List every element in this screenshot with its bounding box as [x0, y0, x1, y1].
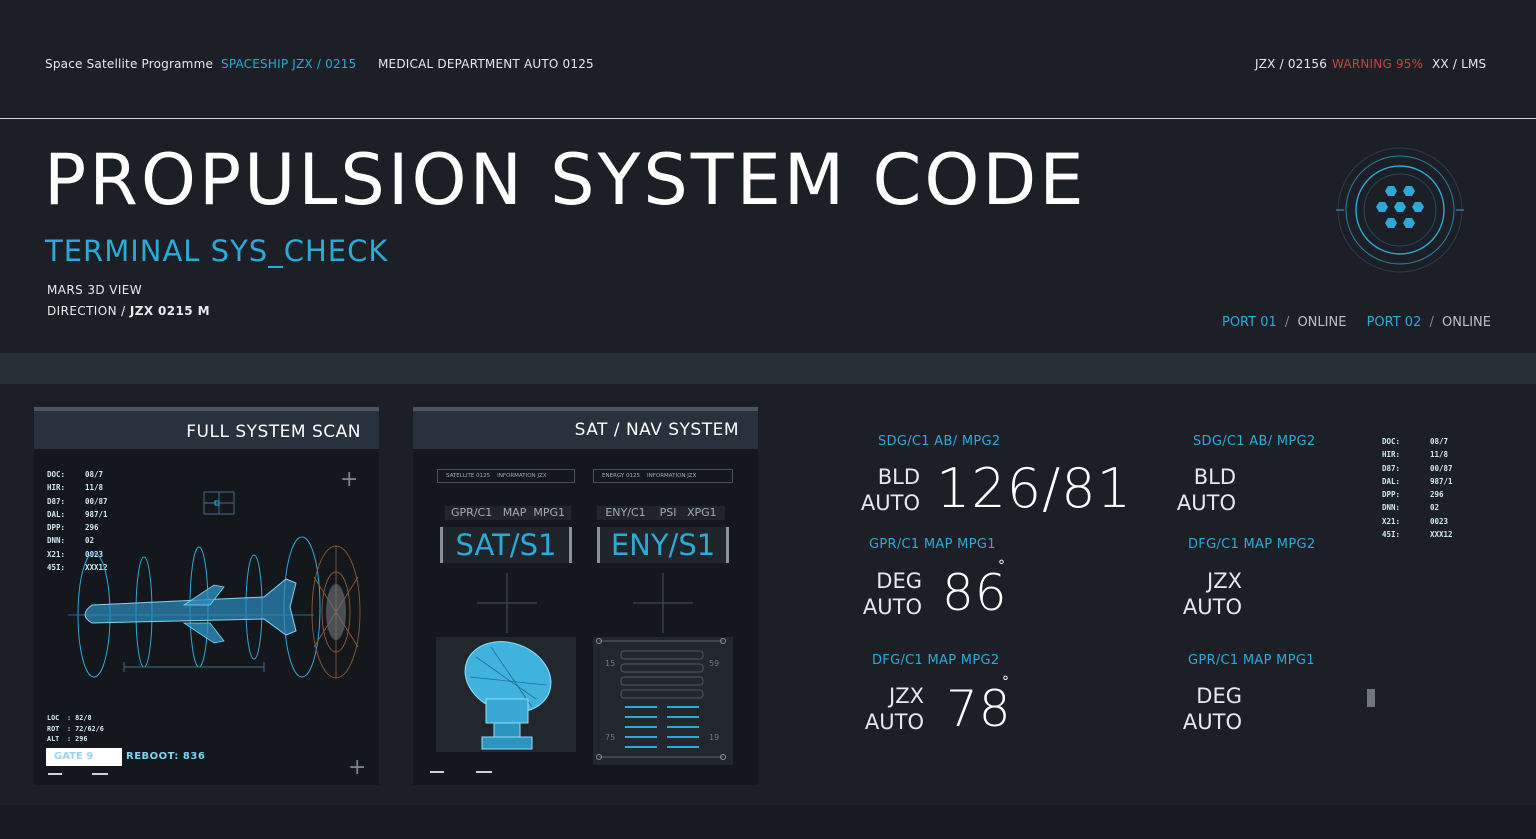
direction-label: DIRECTION /	[47, 304, 126, 318]
readout-label: BLD AUTO	[860, 465, 920, 515]
rocket-wireframe-icon	[68, 491, 361, 679]
readout-label: JZX AUTO	[1182, 569, 1242, 619]
scale-label: 75	[605, 733, 616, 742]
divider-band	[0, 353, 1536, 384]
readout-label: JZX AUTO	[864, 684, 924, 734]
port-status: PORT 01 / ONLINE PORT 02 / ONLINE	[1222, 315, 1495, 330]
side-stats-list: DOC: 08/7 HIR: 11/8 D87: 00/87 DAL: 987/1 DP…	[1382, 435, 1453, 541]
port-separator: /	[1429, 315, 1434, 330]
page-subtitle: TERMINAL SYS_CHECK	[45, 234, 389, 268]
energy-code[interactable]: ENY/S1	[597, 527, 729, 563]
readout-tag: SDG/C1 AB/ MPG2	[878, 434, 1001, 449]
readout-tag: DFG/C1 MAP MPG2	[1188, 537, 1316, 552]
satellite-code[interactable]: SAT/S1	[440, 527, 572, 563]
port-01-status: ONLINE	[1297, 315, 1347, 330]
satellite-tags: GPR/C1 MAP MPG1	[445, 506, 571, 520]
marker-line	[48, 773, 62, 775]
energy-info-tab[interactable]: ENERGY 0125 INFORMATION JZX	[593, 469, 733, 483]
page-title: PROPULSION SYSTEM CODE	[44, 139, 1087, 221]
direction-value: JZX 0215 M	[129, 304, 210, 318]
system-code: JZX / 02156	[1255, 57, 1328, 71]
crosshair-icon	[633, 573, 693, 633]
degree-symbol: °	[1002, 674, 1009, 690]
direction-line: DIRECTION / JZX 0215 M	[47, 304, 210, 318]
loc-row: LOC: 82/8	[47, 714, 92, 722]
stat-row: X21: 0023	[1382, 516, 1449, 526]
loc-row: ROT: 72/62/6	[47, 724, 104, 733]
readout-tag: GPR/C1 MAP MPG1	[869, 537, 996, 552]
footer-band	[0, 805, 1536, 839]
readout-label: DEG AUTO	[862, 569, 922, 619]
stat-row: 45I: XXX12	[1382, 530, 1453, 540]
energy-tags: ENY/C1 PSI XPG1	[597, 506, 725, 520]
top-bar: Space Satellite Programme SPACESHIP JZX …	[0, 0, 1536, 119]
marker-line	[92, 773, 108, 775]
stat-row: DAL: 987/1	[1382, 476, 1453, 486]
port-02-status: ONLINE	[1442, 315, 1491, 330]
loc-row: ALT: 296	[47, 735, 88, 743]
location-readout: LOC: 82/8 ROT: 72/62/6 ALT: 296	[47, 713, 104, 745]
port-02-label[interactable]: PORT 02	[1367, 315, 1422, 330]
stat-row: D87: 00/87	[1382, 463, 1453, 473]
sat-nav-panel: SAT / NAV SYSTEM SATELLITE 0125 INFORMAT…	[413, 407, 758, 785]
panel-title: SAT / NAV SYSTEM	[574, 420, 739, 440]
spaceship-id[interactable]: SPACESHIP JZX / 0215	[221, 57, 356, 71]
satellite-dish-view	[436, 637, 576, 752]
stat-row: HIR: 11/8	[1382, 450, 1449, 460]
view-label: MARS 3D VIEW	[47, 283, 143, 297]
gate-button[interactable]: GATE 9	[46, 748, 122, 766]
system-scan-panel: FULL SYSTEM SCAN DOC: 08/7 HIR: 11/8 D87: 0…	[34, 407, 379, 785]
readout-tag: SDG/C1 AB/ MPG2	[1193, 434, 1316, 449]
scale-label: 15	[605, 659, 616, 668]
warning-badge: WARNING 95%	[1332, 57, 1424, 71]
readout-tag: DFG/C1 MAP MPG2	[872, 653, 1000, 668]
crosshair-icon	[477, 573, 537, 633]
stat-row: DOC: 08/7	[47, 470, 104, 479]
stat-row: DPP: 296	[1382, 490, 1444, 500]
marker-line	[430, 771, 444, 773]
energy-levels-view: 15 59 75 19	[593, 637, 733, 765]
satellite-dish-icon	[464, 641, 552, 750]
hexagon-emblem-icon	[1336, 147, 1464, 273]
degree-symbol: °	[998, 558, 1005, 574]
scale-label: 59	[709, 659, 720, 668]
scroll-handle[interactable]	[1367, 689, 1375, 707]
readout-label: DEG AUTO	[1182, 684, 1242, 734]
reboot-counter: REBOOT: 836	[126, 751, 206, 762]
panel-header: FULL SYSTEM SCAN	[34, 407, 379, 449]
stat-row: DNN: 02	[1382, 503, 1440, 513]
medical-department[interactable]: MEDICAL DEPARTMENT AUTO 0125	[378, 57, 594, 71]
marker-line	[476, 771, 492, 773]
satellite-info-tab[interactable]: SATELLITE 0125 INFORMATION JZX	[437, 469, 575, 483]
pressure-value: 126/81	[936, 457, 1132, 520]
energy-bars-icon	[596, 638, 726, 760]
stat-row: DOC: 08/7	[1382, 437, 1449, 446]
crosshair-icon: +	[348, 755, 367, 780]
port-separator: /	[1284, 315, 1290, 330]
mode-indicator: XX / LMS	[1432, 57, 1487, 71]
port-01-label[interactable]: PORT 01	[1222, 315, 1277, 330]
program-name: Space Satellite Programme	[45, 57, 214, 71]
readout-label: BLD AUTO	[1176, 465, 1236, 515]
panel-title: FULL SYSTEM SCAN	[186, 422, 361, 442]
scale-label: 19	[709, 733, 720, 742]
panel-header: SAT / NAV SYSTEM	[413, 407, 758, 449]
readout-tag: GPR/C1 MAP MPG1	[1188, 653, 1315, 668]
crosshair-icon: +	[340, 467, 359, 492]
